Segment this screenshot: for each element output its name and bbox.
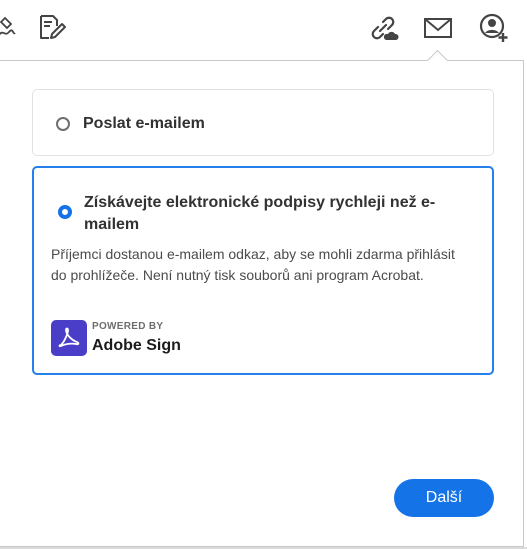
powered-by-adobe-sign: POWERED BY Adobe Sign <box>51 320 181 356</box>
adobe-sign-logo-icon <box>51 320 87 356</box>
toolbar <box>0 0 527 60</box>
powered-by-label: POWERED BY <box>92 320 164 332</box>
powered-by-text: POWERED BY Adobe Sign <box>92 321 181 356</box>
option-send-email[interactable]: Poslat e-mailem <box>32 89 494 156</box>
link-cloud-icon[interactable] <box>367 12 399 44</box>
adobe-sign-brand: Adobe Sign <box>92 336 181 354</box>
email-icon[interactable] <box>422 12 454 44</box>
edit-document-icon[interactable] <box>36 12 68 44</box>
option-adobe-sign[interactable]: Získávejte elektronické podpisy rychleji… <box>32 166 494 375</box>
sign-icon[interactable] <box>0 12 26 44</box>
option-adobe-sign-description: Příjemci dostanou e-mailem odkaz, aby se… <box>51 246 455 283</box>
option-adobe-sign-label: Získávejte elektronické podpisy rychleji… <box>84 194 436 233</box>
radio-adobe-sign[interactable] <box>58 205 72 219</box>
next-button[interactable]: Další <box>394 479 494 517</box>
option-send-email-label: Poslat e-mailem <box>83 115 205 132</box>
add-user-icon[interactable] <box>478 12 510 44</box>
radio-send-email[interactable] <box>56 117 70 131</box>
